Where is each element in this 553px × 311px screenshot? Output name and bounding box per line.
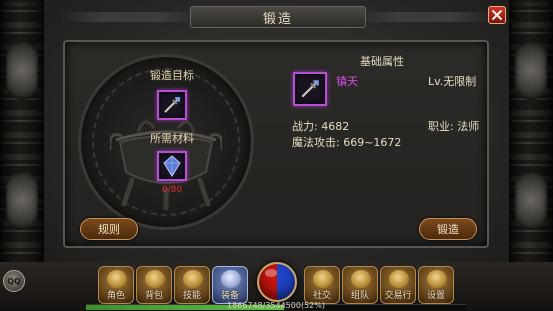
- power-stat: 战力: 4682: [292, 120, 350, 133]
- forge-button[interactable]: 锻造: [419, 218, 477, 240]
- pillar-ornament: [515, 40, 547, 100]
- character-icon: [107, 270, 127, 288]
- hud-button-social[interactable]: 社交: [304, 266, 340, 304]
- hud-button-bag[interactable]: 背包: [136, 266, 172, 304]
- magic-attack-stat: 魔法攻击: 669~1672: [292, 136, 402, 149]
- hud-button-label: 装备: [220, 291, 239, 301]
- pillar-ornament: [6, 40, 38, 100]
- hud-button-label: 技能: [182, 291, 201, 301]
- attributes-title: 基础属性: [360, 55, 404, 68]
- hud-button-label: 组队: [350, 291, 369, 301]
- chat-label: QQ: [7, 276, 21, 286]
- skill-icon: [183, 270, 203, 288]
- xp-text: 1866748/3544500(52%): [227, 301, 325, 310]
- team-icon: [351, 270, 371, 288]
- equipment-icon: [221, 270, 241, 288]
- chat-button[interactable]: QQ: [3, 270, 25, 292]
- hud-button-label: 交易行: [384, 291, 412, 301]
- level-requirement: Lv.无限制: [428, 75, 477, 88]
- title-wing-left: [60, 12, 200, 22]
- pillar-ornament: [515, 170, 547, 230]
- social-icon: [313, 270, 333, 288]
- settings-icon: [427, 270, 447, 288]
- crystal-icon: [163, 155, 181, 177]
- profession-stat: 职业: 法师: [428, 120, 480, 133]
- hud-button-settings[interactable]: 设置: [418, 266, 454, 304]
- hud-button-label: 背包: [144, 291, 163, 301]
- rule-button[interactable]: 规则: [80, 218, 138, 240]
- hud-button-label: 角色: [106, 291, 125, 301]
- forge-target-label: 锻造目标: [150, 69, 194, 82]
- hud-button-team[interactable]: 组队: [342, 266, 378, 304]
- title-bar: 锻造: [190, 6, 366, 28]
- staff-icon: [301, 80, 319, 98]
- material-count: 0/80: [161, 185, 183, 195]
- title-wing-right: [355, 12, 495, 22]
- rule-button-label: 规则: [98, 223, 120, 236]
- weapon-name: 镇天: [336, 75, 358, 88]
- weapon-slot[interactable]: [293, 72, 327, 106]
- pillar-ornament: [6, 170, 38, 230]
- forge-button-label: 锻造: [437, 223, 459, 236]
- hud-button-label: 社交: [312, 291, 331, 301]
- staff-icon: [164, 97, 180, 113]
- material-slot[interactable]: [157, 151, 187, 181]
- window-title: 锻造: [262, 11, 293, 27]
- trade-icon: [389, 270, 409, 288]
- forge-target-slot[interactable]: [157, 90, 187, 120]
- required-material-label: 所需材料: [150, 132, 194, 145]
- bag-icon: [145, 270, 165, 288]
- close-button[interactable]: [488, 6, 506, 24]
- hud-button-trade[interactable]: 交易行: [380, 266, 416, 304]
- close-icon: [492, 10, 502, 20]
- hud-button-equipment[interactable]: 装备: [212, 266, 248, 304]
- hud-button-character[interactable]: 角色: [98, 266, 134, 304]
- hud-button-label: 设置: [426, 291, 445, 301]
- hp-mp-orb: [257, 262, 297, 302]
- hud-button-skill[interactable]: 技能: [174, 266, 210, 304]
